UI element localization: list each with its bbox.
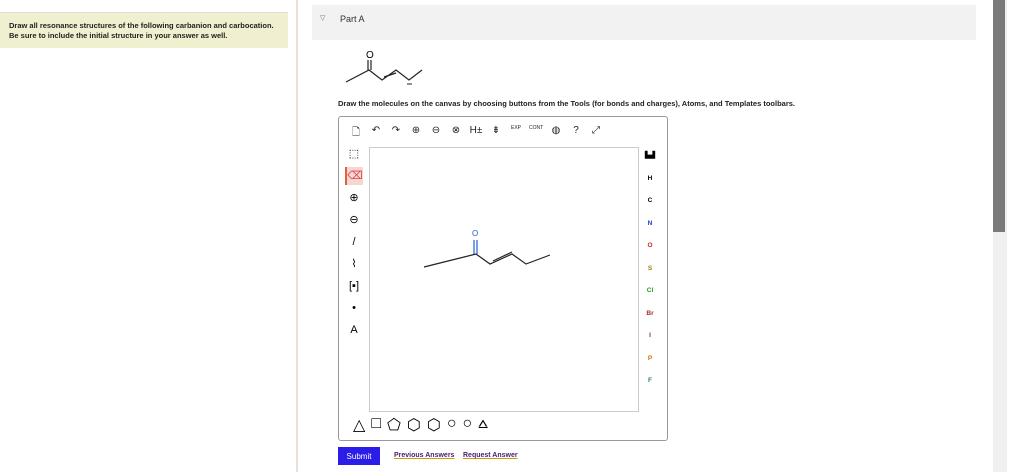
tools-toolbar: ⬚ ⌫ ⊕ ⊖ / ⌇ [▪] • A: [344, 145, 364, 339]
part-title: Part A: [340, 14, 365, 24]
divider: [296, 0, 298, 472]
fullscreen-icon[interactable]: ⤢: [589, 125, 603, 142]
templates-toolbar: △ □ ⬠ ⬡ ⬡ ○ ○ ⩟: [353, 415, 488, 435]
drawing-canvas[interactable]: O: [369, 147, 639, 412]
atom-f[interactable]: F: [648, 370, 652, 393]
negative-charge-icon[interactable]: ⊖: [349, 211, 358, 229]
atoms-toolbar: ▙▟ H C N O S Cl Br I P F: [641, 145, 659, 393]
intro-line-2: Be sure to include the initial structure…: [9, 31, 228, 40]
square-template-icon[interactable]: □: [371, 415, 381, 435]
radical-tool-icon[interactable]: •: [352, 299, 356, 317]
atom-p[interactable]: P: [648, 348, 652, 371]
zoom-in-icon[interactable]: ⊕: [409, 125, 423, 142]
bracket-tool-icon[interactable]: [▪]: [349, 277, 359, 295]
question-intro: Draw all resonance structures of the fol…: [0, 12, 288, 48]
zoom-reset-icon[interactable]: ⊗: [449, 125, 463, 142]
intro-line-1: Draw all resonance structures of the fol…: [9, 21, 274, 30]
atom-n[interactable]: N: [648, 213, 653, 236]
oxygen-label: O: [366, 50, 374, 61]
exp-icon[interactable]: EXP: [509, 125, 523, 142]
request-answer-link[interactable]: Request Answer: [463, 452, 518, 459]
part-header[interactable]: ▽ Part A: [312, 5, 976, 40]
pentagon-template-icon[interactable]: ⬠: [387, 415, 401, 435]
atom-c[interactable]: C: [648, 190, 653, 213]
scrollbar-thumb[interactable]: [993, 0, 1005, 232]
benzene-template-icon[interactable]: ⬡: [427, 415, 441, 435]
redo-icon[interactable]: ↷: [389, 125, 403, 142]
hydrogen-toggle-icon[interactable]: H±: [469, 125, 483, 142]
undo-icon[interactable]: ↶: [369, 125, 383, 142]
eraser-tool-icon[interactable]: ⌫: [345, 167, 363, 185]
triangle-template-icon[interactable]: △: [353, 415, 365, 435]
info-icon[interactable]: ◍: [549, 125, 563, 142]
question-molecule: O: [345, 50, 423, 85]
atom-h[interactable]: H: [648, 168, 653, 191]
cont-icon[interactable]: CONT: [529, 125, 543, 142]
heptagon-template-icon[interactable]: ○: [447, 415, 457, 435]
previous-answers-link[interactable]: Previous Answers: [394, 452, 454, 459]
atom-label-tool-icon[interactable]: A: [350, 321, 357, 339]
instructions-text: Draw the molecules on the canvas by choo…: [338, 99, 796, 108]
select-tool-icon[interactable]: ⬚: [349, 145, 359, 163]
top-toolbar: 🗋 ↶ ↷ ⊕ ⊖ ⊗ H± ⇟ EXP CONT ◍ ? ⤢: [349, 125, 603, 142]
positive-charge-icon[interactable]: ⊕: [349, 189, 358, 207]
octagon-template-icon[interactable]: ○: [463, 415, 473, 435]
2d-clean-icon[interactable]: ⇟: [489, 125, 503, 142]
atom-i[interactable]: I: [649, 325, 651, 348]
bond-tool-icon[interactable]: /: [352, 233, 355, 251]
zoom-out-icon[interactable]: ⊖: [429, 125, 443, 142]
drawn-molecule[interactable]: O: [370, 148, 640, 413]
atom-o[interactable]: O: [647, 235, 652, 258]
atom-br[interactable]: Br: [646, 303, 653, 326]
new-document-icon[interactable]: 🗋: [349, 125, 363, 142]
atom-cl[interactable]: Cl: [647, 280, 654, 303]
atom-s[interactable]: S: [648, 258, 652, 281]
submit-button[interactable]: Submit: [338, 447, 380, 465]
collapse-triangle-icon[interactable]: ▽: [320, 14, 325, 22]
chain-tool-icon[interactable]: ⌇: [351, 255, 356, 273]
chair-template-icon[interactable]: ⩟: [478, 415, 488, 435]
canvas-oxygen-label: O: [472, 229, 478, 238]
molecule-editor: 🗋 ↶ ↷ ⊕ ⊖ ⊗ H± ⇟ EXP CONT ◍ ? ⤢ ⬚ ⌫ ⊕ ⊖ …: [338, 116, 668, 441]
help-icon[interactable]: ?: [569, 125, 583, 142]
hexagon-template-icon[interactable]: ⬡: [407, 415, 421, 435]
periodic-table-icon[interactable]: ▙▟: [645, 145, 655, 168]
